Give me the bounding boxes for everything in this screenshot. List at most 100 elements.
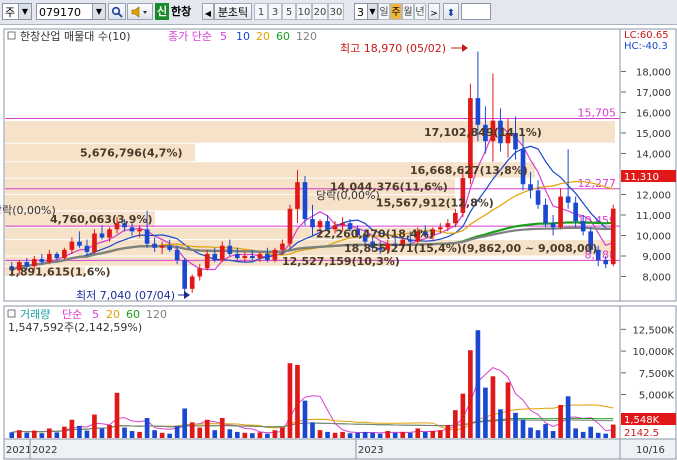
volume-bar[interactable] [430, 431, 436, 438]
candle-body[interactable] [445, 223, 451, 228]
volume-bar[interactable] [407, 432, 413, 438]
interval-30-button[interactable]: 30 [328, 3, 344, 20]
volume-bar[interactable] [31, 430, 37, 438]
volume-bar[interactable] [505, 382, 511, 438]
volume-bar[interactable] [114, 392, 120, 438]
candle-body[interactable] [475, 98, 481, 125]
stock-code-input[interactable]: 079170 ▼ [36, 3, 106, 20]
candle-body[interactable] [310, 219, 315, 228]
volume-bar[interactable] [39, 433, 45, 438]
volume-bar[interactable] [107, 424, 112, 438]
candle-body[interactable] [437, 227, 443, 230]
volume-bar[interactable] [54, 432, 60, 438]
volume-bar[interactable] [227, 429, 233, 438]
chevron-down-icon[interactable]: ▼ [18, 4, 31, 19]
candle-body[interactable] [174, 249, 180, 261]
interval-5-button[interactable]: 5 [282, 3, 296, 20]
volume-bar[interactable] [453, 410, 458, 438]
tick-mode-button[interactable]: 분초틱 [214, 3, 252, 20]
volume-bar[interactable] [370, 432, 375, 438]
volume-bar[interactable] [377, 433, 383, 438]
volume-bar[interactable] [392, 432, 398, 438]
volume-bar[interactable] [595, 432, 601, 438]
volume-bar[interactable] [295, 364, 300, 438]
volume-bar[interactable] [362, 431, 368, 438]
candle-body[interactable] [159, 245, 165, 248]
volume-bar[interactable] [610, 424, 616, 438]
stock-chart[interactable]: 15,70512,27710,4598,788 1,891,615(1,6%)1… [0, 25, 677, 460]
period-month-button[interactable]: 월 [402, 3, 414, 20]
volume-bar[interactable] [9, 432, 15, 438]
volume-bar[interactable] [137, 431, 142, 438]
volume-bar[interactable] [347, 433, 353, 438]
volume-bar[interactable] [535, 430, 541, 438]
volume-bar[interactable] [520, 419, 526, 438]
interval-10-button[interactable]: 10 [296, 3, 312, 20]
candle-body[interactable] [528, 184, 533, 191]
candle-body[interactable] [302, 182, 308, 220]
volume-bar[interactable] [310, 422, 315, 438]
candle-body[interactable] [550, 223, 556, 228]
volume-bar[interactable] [415, 428, 421, 438]
volume-bar[interactable] [24, 432, 30, 438]
volume-bar[interactable] [325, 431, 330, 438]
volume-bar[interactable] [189, 422, 195, 438]
volume-bar[interactable] [550, 431, 556, 438]
candle-body[interactable] [69, 241, 75, 250]
candle-body[interactable] [535, 190, 541, 205]
volume-bar[interactable] [437, 430, 443, 438]
volume-bar[interactable] [257, 432, 263, 438]
volume-bar[interactable] [174, 425, 180, 438]
volume-bar[interactable] [422, 431, 428, 438]
volume-bar[interactable] [317, 430, 323, 438]
candle-body[interactable] [99, 233, 105, 238]
candle-body[interactable] [543, 204, 548, 224]
candle-body[interactable] [295, 182, 300, 209]
candle-body[interactable] [558, 196, 563, 228]
volume-bar[interactable] [47, 428, 52, 438]
volume-bar[interactable] [400, 431, 406, 438]
collapse-box[interactable] [7, 31, 16, 40]
volume-bar[interactable] [287, 363, 293, 438]
period-week-button[interactable]: 주 [390, 3, 402, 20]
volume-bar[interactable] [204, 419, 210, 438]
candle-body[interactable] [182, 260, 188, 289]
interval-20-button[interactable]: 20 [312, 3, 328, 20]
candle-body[interactable] [287, 208, 293, 244]
interval-1-button[interactable]: 1 [254, 3, 268, 20]
volume-bar[interactable] [144, 418, 150, 438]
period-combo[interactable]: 3 ▼ [354, 3, 378, 20]
candle-body[interactable] [340, 223, 345, 226]
volume-bar[interactable] [498, 409, 503, 438]
candle-body[interactable] [197, 268, 203, 277]
volume-bar[interactable] [152, 430, 157, 438]
volume-bar[interactable] [265, 433, 270, 438]
prev-button[interactable]: ◀ [202, 3, 214, 20]
volume-bar[interactable] [588, 426, 594, 438]
candle-body[interactable] [77, 241, 82, 246]
candle-body[interactable] [152, 243, 157, 248]
volume-bar[interactable] [250, 433, 255, 438]
extra-input[interactable] [461, 3, 491, 20]
period-year-button[interactable]: 년 [414, 3, 426, 20]
candle-body[interactable] [107, 229, 112, 238]
candle-body[interactable] [265, 253, 270, 261]
volume-bar[interactable] [69, 419, 75, 438]
volume-bar[interactable] [302, 400, 308, 438]
candle-body[interactable] [580, 221, 586, 232]
volume-bar[interactable] [129, 431, 135, 438]
volume-bar[interactable] [77, 425, 82, 438]
candle-body[interactable] [610, 208, 616, 265]
volume-bar[interactable] [62, 426, 67, 438]
volume-collapse-box[interactable] [7, 309, 16, 318]
candle-body[interactable] [47, 253, 52, 263]
volume-bar[interactable] [355, 432, 360, 438]
candle-body[interactable] [212, 253, 218, 261]
volume-bar[interactable] [475, 330, 481, 438]
candle-body[interactable] [234, 253, 240, 259]
volume-bar[interactable] [280, 427, 285, 438]
volume-bar[interactable] [460, 393, 466, 438]
candle-body[interactable] [453, 212, 458, 224]
candle-body[interactable] [242, 255, 248, 259]
candle-body[interactable] [189, 276, 195, 289]
